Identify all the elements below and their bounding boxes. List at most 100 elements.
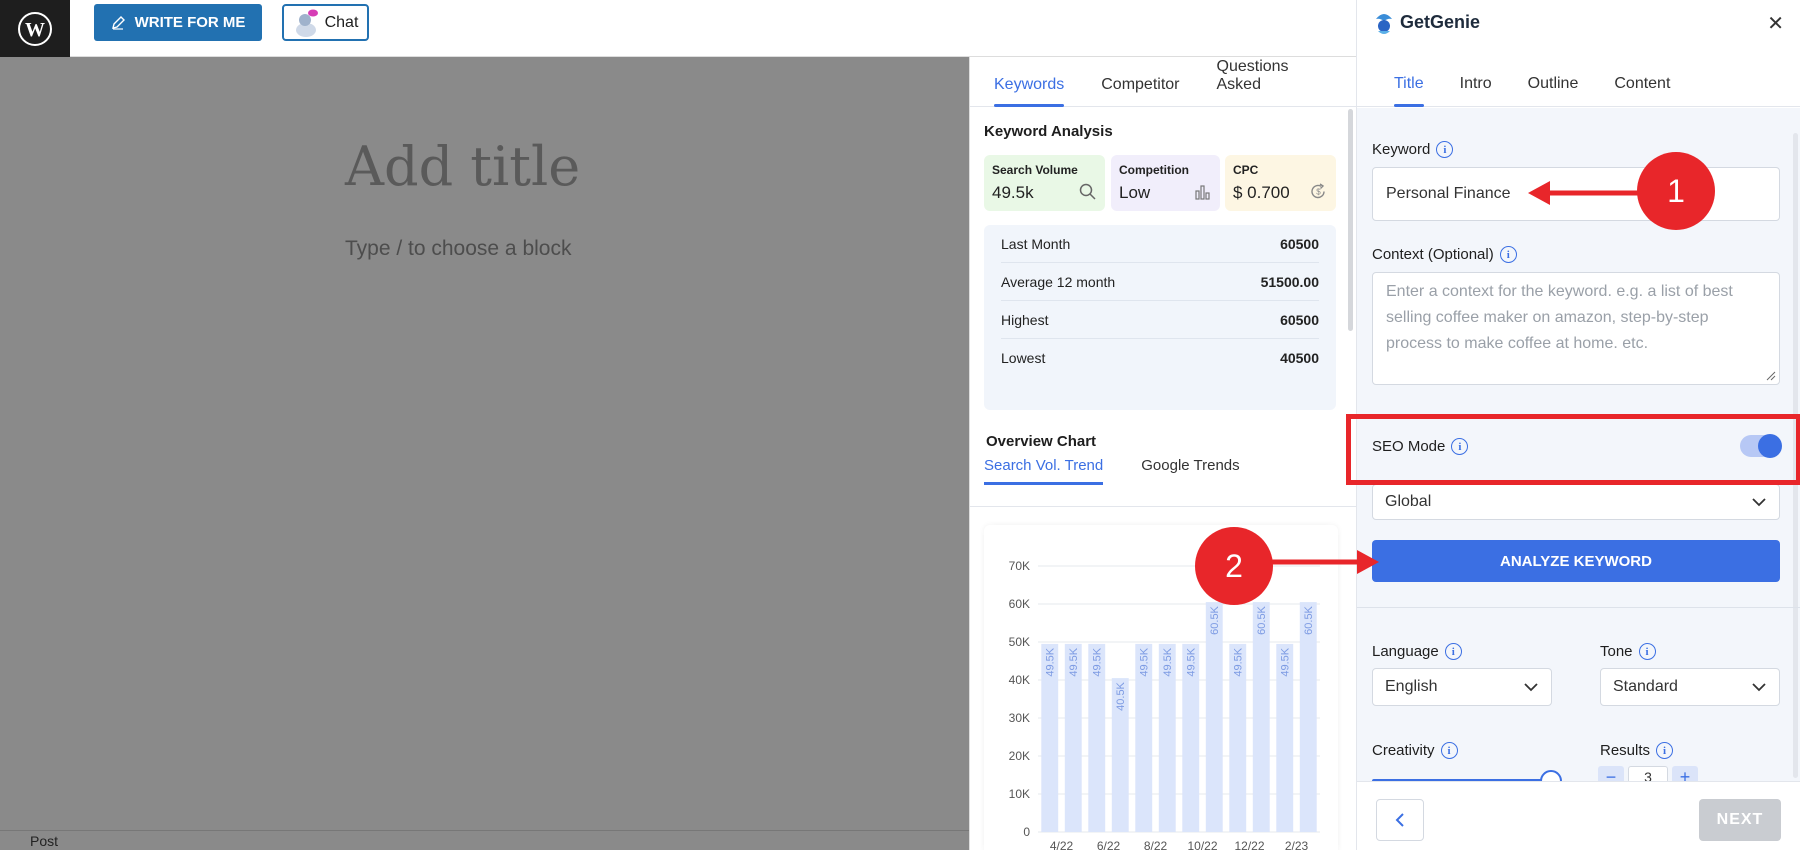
tab-keywords[interactable]: Keywords	[994, 58, 1065, 107]
chart-bar	[1299, 602, 1317, 832]
bar-chart-icon	[1195, 185, 1210, 200]
y-tick-label: 0	[1023, 825, 1030, 839]
editor-status-bar: Post	[0, 830, 969, 850]
creativity-label: Creativity	[1372, 742, 1435, 759]
keyword-panel: Keywords Competitor Questions Asked Keyw…	[969, 57, 1358, 850]
stat-value: 51500.00	[1260, 273, 1319, 290]
stat-label: Lowest	[1001, 350, 1046, 366]
stat-row: Highest 60500	[1001, 301, 1319, 339]
tab-competitor[interactable]: Competitor	[1101, 58, 1179, 106]
x-tick-label: 2/23	[1285, 839, 1309, 850]
language-label-row: Language i	[1372, 643, 1462, 660]
tone-label-row: Tone i	[1600, 643, 1656, 660]
svg-text:W: W	[25, 19, 45, 41]
info-icon[interactable]: i	[1656, 742, 1674, 759]
info-icon[interactable]: i	[1444, 643, 1462, 660]
chart-tabs-divider	[970, 506, 1358, 507]
region-select[interactable]: Global	[1372, 484, 1780, 520]
bar-data-label: 49.5K	[1162, 647, 1174, 676]
getgenie-header: GetGenie	[1357, 0, 1800, 45]
keyword-panel-scrollbar[interactable]	[1348, 109, 1353, 331]
keyword-value: Personal Finance	[1386, 185, 1511, 202]
info-icon[interactable]: i	[1638, 643, 1656, 660]
chevron-left-icon	[1395, 813, 1404, 827]
tab-intro[interactable]: Intro	[1460, 57, 1492, 106]
y-tick-label: 60K	[1009, 597, 1030, 611]
tab-google-trends[interactable]: Google Trends	[1141, 457, 1239, 485]
tab-title[interactable]: Title	[1394, 57, 1424, 107]
chevron-down-icon	[1524, 683, 1538, 692]
resize-handle-icon[interactable]	[1766, 371, 1776, 381]
stat-row: Average 12 month 51500.00	[1001, 263, 1319, 301]
annotation-marker-1: 1	[1637, 152, 1715, 230]
annotation-arrow-1	[1528, 181, 1646, 205]
tone-label: Tone	[1600, 643, 1633, 660]
form-divider	[1357, 607, 1800, 608]
stat-label: Average 12 month	[1001, 273, 1116, 290]
back-button[interactable]	[1376, 799, 1424, 841]
keyword-analysis-title: Keyword Analysis	[984, 123, 1113, 140]
y-tick-label: 30K	[1009, 711, 1030, 725]
bar-data-label: 60.5K	[1303, 605, 1315, 634]
bar-data-label: 49.5K	[1233, 647, 1245, 676]
write-for-me-label: WRITE FOR ME	[134, 14, 246, 31]
stat-value: 60500	[1280, 235, 1319, 252]
bar-data-label: 49.5K	[1068, 647, 1080, 676]
stat-row: Lowest 40500	[1001, 339, 1319, 377]
competition-card: Competition Low	[1111, 155, 1220, 211]
chat-button[interactable]: Chat	[282, 4, 369, 41]
pen-icon	[111, 15, 125, 30]
tab-outline[interactable]: Outline	[1528, 57, 1579, 106]
close-icon[interactable]: ✕	[1767, 11, 1784, 36]
results-label: Results	[1600, 742, 1651, 759]
metric-label: Search Volume	[992, 163, 1078, 177]
tab-search-vol-trend[interactable]: Search Vol. Trend	[984, 457, 1104, 485]
context-label: Context (Optional)	[1372, 246, 1494, 263]
getgenie-logo-icon	[1376, 13, 1392, 34]
getgenie-brand: GetGenie	[1400, 12, 1481, 32]
bar-data-label: 60.5K	[1256, 605, 1268, 634]
info-icon[interactable]: i	[1440, 742, 1458, 759]
editor-canvas: Add title Type / to choose a block	[0, 57, 969, 850]
write-for-me-button[interactable]: WRITE FOR ME	[94, 4, 262, 41]
language-select[interactable]: English	[1372, 668, 1552, 706]
stat-label: Highest	[1001, 311, 1049, 328]
language-label: Language	[1372, 643, 1439, 660]
next-button[interactable]: NEXT	[1699, 799, 1781, 841]
bar-data-label: 49.5K	[1092, 647, 1104, 676]
tone-select[interactable]: Standard	[1600, 668, 1780, 706]
tab-content[interactable]: Content	[1614, 57, 1670, 106]
post-breadcrumb[interactable]: Post	[30, 833, 58, 849]
tone-value: Standard	[1613, 678, 1678, 695]
region-value: Global	[1385, 493, 1432, 510]
post-title-input[interactable]: Add title	[345, 135, 580, 198]
y-tick-label: 50K	[1009, 635, 1030, 649]
y-tick-label: 10K	[1009, 787, 1030, 801]
context-placeholder: Enter a context for the keyword. e.g. a …	[1386, 283, 1733, 352]
getgenie-footer: NEXT	[1357, 781, 1800, 850]
y-tick-label: 40K	[1009, 673, 1030, 687]
tab-questions-asked[interactable]: Questions Asked	[1217, 40, 1321, 106]
keyword-tabs: Keywords Competitor Questions Asked	[970, 57, 1357, 107]
block-placeholder[interactable]: Type / to choose a block	[345, 237, 571, 261]
info-icon[interactable]: i	[1499, 246, 1517, 263]
bar-data-label: 49.5K	[1139, 647, 1151, 676]
context-textarea[interactable]: Enter a context for the keyword. e.g. a …	[1372, 272, 1780, 385]
annotation-arrow-2	[1264, 550, 1379, 574]
info-icon[interactable]: i	[1436, 141, 1454, 158]
genie-avatar-icon	[295, 9, 318, 37]
cpc-card: CPC $ 0.700 $	[1225, 155, 1336, 211]
keyword-label-row: Keyword i	[1372, 141, 1454, 158]
x-tick-label: 6/22	[1097, 839, 1121, 850]
chart-bar	[1205, 602, 1223, 832]
overview-chart-title: Overview Chart	[986, 433, 1097, 450]
seo-mode-highlight-box	[1346, 414, 1800, 485]
creativity-label-row: Creativity i	[1372, 742, 1458, 759]
chart-tabs: Search Vol. Trend Google Trends	[984, 457, 1240, 485]
stat-value: 40500	[1280, 350, 1319, 366]
x-tick-label: 8/22	[1144, 839, 1168, 850]
wordpress-logo-icon[interactable]: W	[0, 0, 70, 57]
analyze-keyword-button[interactable]: ANALYZE KEYWORD	[1372, 540, 1780, 582]
getgenie-tabs: Title Intro Outline Content	[1357, 57, 1800, 107]
search-icon	[1079, 183, 1096, 200]
